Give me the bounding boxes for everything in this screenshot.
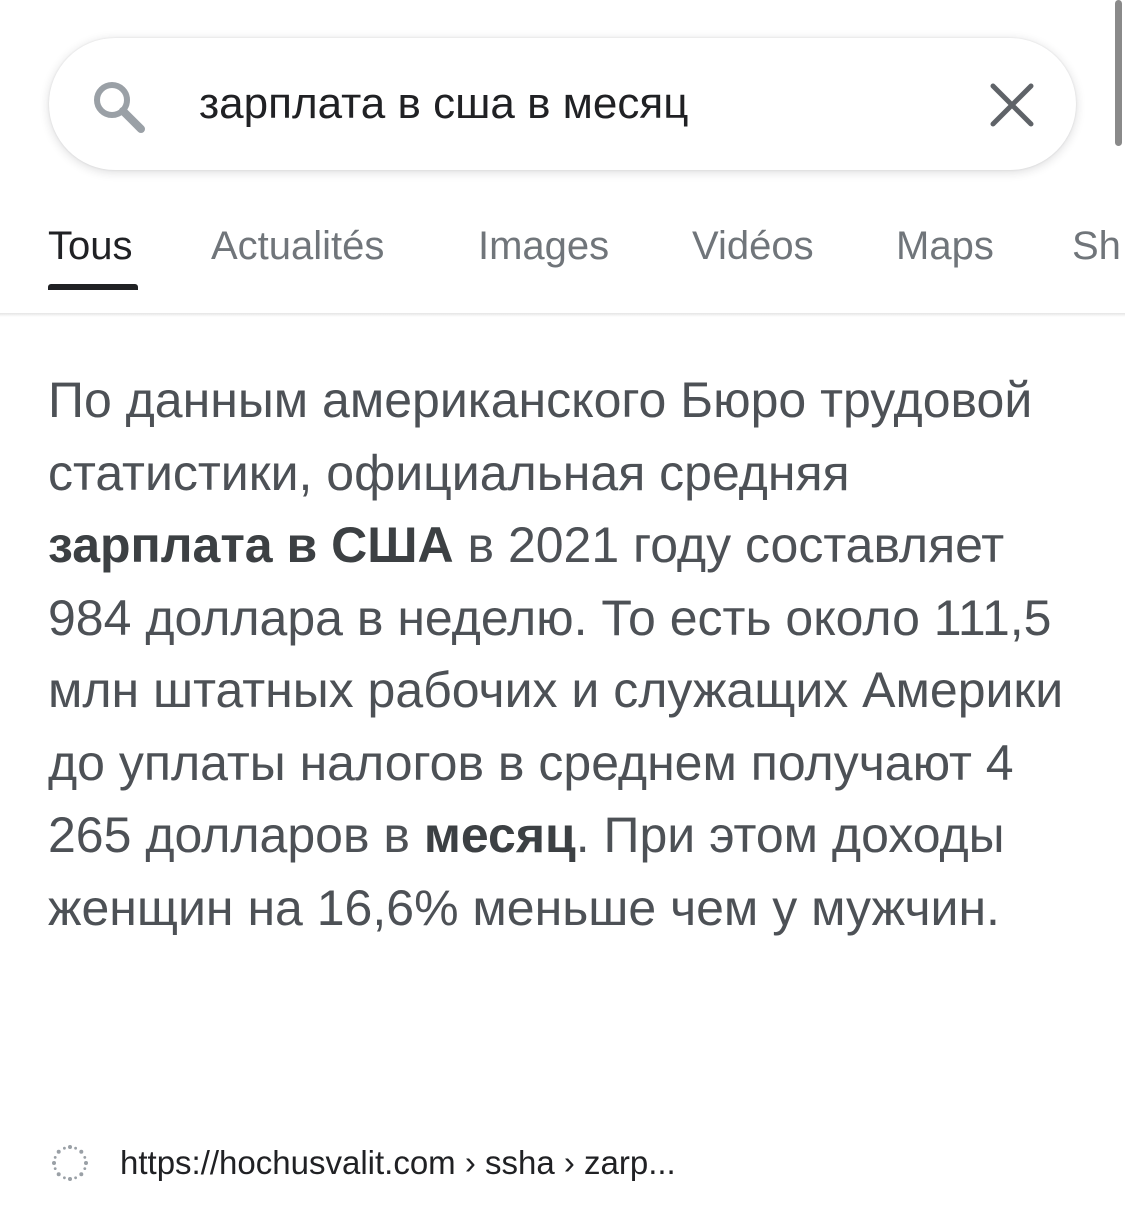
tab-maps[interactable]: Maps xyxy=(896,221,994,271)
active-tab-indicator xyxy=(48,284,138,290)
featured-snippet-text: По данным американского Бюро трудовой ст… xyxy=(48,364,1078,944)
tab-images[interactable]: Images xyxy=(478,221,609,271)
search-icon[interactable] xyxy=(89,78,149,134)
scrollbar[interactable] xyxy=(1115,0,1122,146)
search-tabs: Tous Actualités Images Vidéos Maps Sh xyxy=(0,205,1125,313)
snippet-text-part: По данным американского Бюро трудовой ст… xyxy=(48,372,1033,501)
close-icon[interactable] xyxy=(989,82,1035,128)
tab-news[interactable]: Actualités xyxy=(211,221,384,271)
source-url[interactable]: https://hochusvalit.com › ssha › zarp... xyxy=(120,1144,676,1182)
tab-all[interactable]: Tous xyxy=(48,221,133,271)
search-bar[interactable] xyxy=(49,38,1076,170)
source-link[interactable]: https://hochusvalit.com › ssha › zarp... xyxy=(50,1138,676,1188)
tab-videos[interactable]: Vidéos xyxy=(692,221,814,271)
tabs-divider xyxy=(0,313,1125,317)
snippet-highlight: месяц xyxy=(423,807,576,863)
favicon-loading-icon xyxy=(52,1145,88,1181)
tab-shopping[interactable]: Sh xyxy=(1072,221,1121,271)
snippet-highlight: зарплата в США xyxy=(48,517,454,573)
search-input[interactable] xyxy=(199,68,959,140)
